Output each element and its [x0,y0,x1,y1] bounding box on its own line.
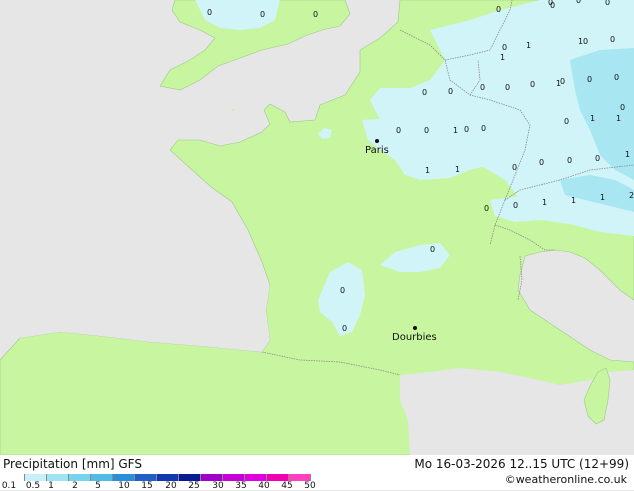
legend-color-cell [179,474,201,481]
precip-value-label: 0 [513,201,518,210]
precip-value-label: 0 [260,10,265,19]
precip-value-label: 0 [564,117,569,126]
precip-value-label: 0 [396,126,401,135]
legend-color-cell [201,474,223,481]
precip-value-label: 0 [620,103,625,112]
precip-value-label: 0 [424,126,429,135]
precip-value-label: 1 [455,165,460,174]
precip-value-label: 0 [340,286,345,295]
precip-value-label: 1 [500,53,505,62]
weather-map-view: Paris Dourbies 0000000011000000000011001… [0,0,634,491]
precip-value-label: 0 [430,245,435,254]
legend-color-cell [267,474,289,481]
precip-value-label: 1 [571,196,576,205]
precip-value-label: 0 [207,8,212,17]
precip-legend-bar [3,474,311,481]
precip-value-label: 0 [464,125,469,134]
precip-value-label: 1 [556,79,561,88]
legend-color-cell [157,474,179,481]
precip-value-label: 0 [484,204,489,213]
precip-value-label: 0 [567,156,572,165]
copyright-text: ©weatheronline.co.uk [504,473,627,486]
legend-color-cell [113,474,135,481]
precip-value-label: 0 [605,0,610,7]
legend-color-cell [25,474,47,481]
precip-value-label: 0 [342,324,347,333]
precip-value-label: 0 [313,10,318,19]
precip-value-label: 0 [502,43,507,52]
precip-value-label: 1 [616,114,621,123]
precip-value-label: 1 [600,193,605,202]
precip-value-label: 0 [422,88,427,97]
precip-value-label: 0 [583,37,588,46]
precip-value-label: 1 [590,114,595,123]
precip-value-label: 0 [610,35,615,44]
precip-value-label: 1 [625,150,630,159]
precip-value-label: 0 [496,5,501,14]
legend-color-cell [3,474,25,481]
island-dot [231,108,235,112]
legend-color-cell [223,474,245,481]
legend-color-cell [245,474,267,481]
precip-value-label: 0 [530,80,535,89]
precip-value-label: 0 [614,73,619,82]
precip-value-label: 0 [539,158,544,167]
precip-value-label: 1 [425,166,430,175]
precip-value-label: 0 [480,83,485,92]
city-marker [413,326,417,330]
precip-value-label: 0 [512,163,517,172]
precip-value-label: 1 [526,41,531,50]
legend-color-cell [69,474,91,481]
legend-color-cell [135,474,157,481]
precip-value-label: 0 [548,0,553,7]
map-title: Precipitation [mm] GFS [3,457,142,471]
precip-value-label: 0 [481,124,486,133]
map-datetime: Mo 16-03-2026 12..15 UTC (12+99) [414,457,629,471]
legend-color-cell [289,474,311,481]
legend-color-cell [91,474,113,481]
precip-value-label: 0 [595,154,600,163]
precip-value-label: 0 [505,83,510,92]
city-label-paris: Paris [365,145,389,156]
precip-value-label: 0 [576,0,581,5]
precipitation-map: Paris Dourbies 0 0 00 00 00 1 1 00 0 0 0 0 0 0 00 1 10 0 1… [0,0,634,455]
city-label-dourbies: Dourbies [392,332,437,343]
precip-value-label: 2 [629,191,634,200]
legend-color-cell [47,474,69,481]
city-marker [375,139,379,143]
precip-value-label: 0 [587,75,592,84]
precip-value-label: 1 [453,126,458,135]
precip-value-label: 1 [542,198,547,207]
precip-value-label: 0 [448,87,453,96]
